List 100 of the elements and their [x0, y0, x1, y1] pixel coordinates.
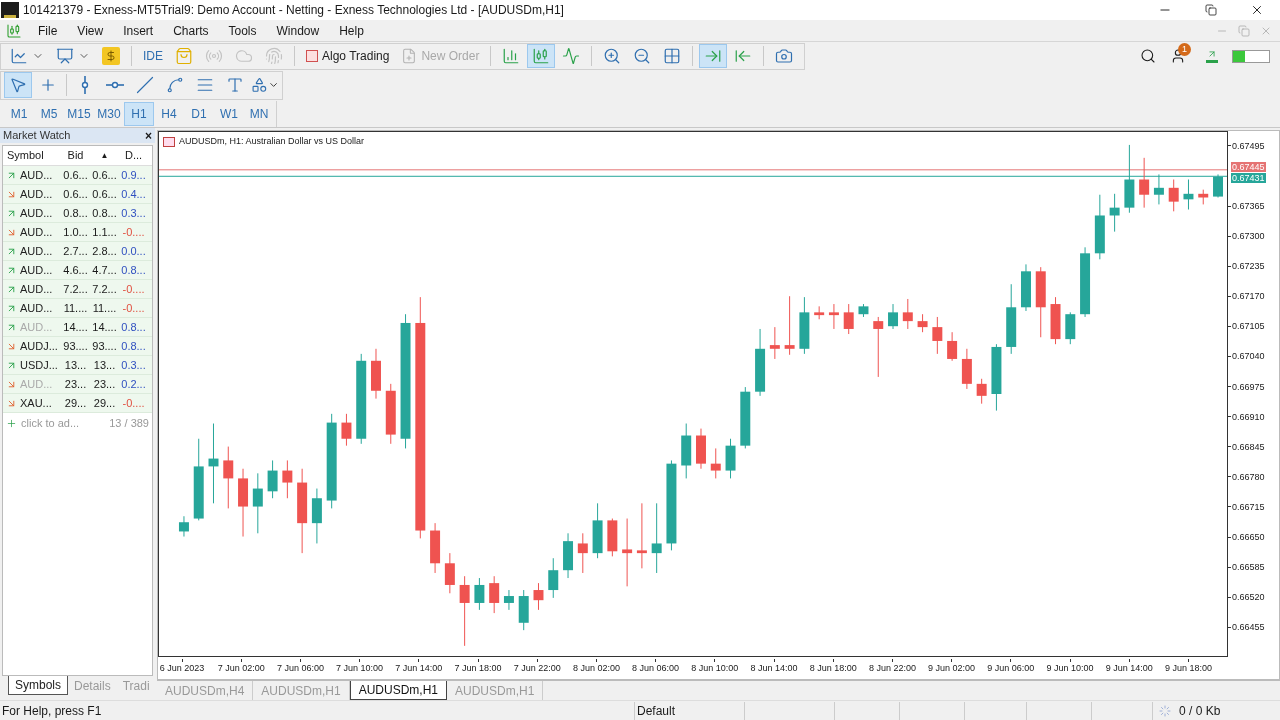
- symbol-name: AUD...: [20, 186, 53, 202]
- algo-trading-button[interactable]: Algo Trading: [301, 44, 395, 68]
- notification-badge: 1: [1178, 43, 1191, 56]
- candlestick: [503, 589, 514, 611]
- timeframe-button[interactable]: M15: [64, 101, 94, 126]
- menu-item[interactable]: View: [67, 20, 114, 41]
- symbol-row[interactable]: AUD... 1.0... 1.1... -0....: [3, 223, 152, 242]
- symbol-row[interactable]: AUD... 0.8... 0.8... 0.3...: [3, 204, 152, 223]
- timeframe-button[interactable]: M1: [4, 101, 34, 126]
- ask-price: 2.8...: [91, 243, 118, 259]
- candlestick: [651, 502, 662, 574]
- column-header[interactable]: D...: [119, 147, 148, 164]
- ask-price: 0.6...: [91, 186, 118, 202]
- candlestick-button[interactable]: [527, 44, 556, 68]
- shapes-icon: [251, 76, 268, 94]
- time-label: 7 Jun 22:00: [513, 662, 561, 675]
- timeframe-button[interactable]: D1: [184, 101, 214, 126]
- time-label: 6 Jun 2023: [159, 662, 205, 675]
- candlestick: [1109, 193, 1120, 233]
- ask-price: 29...: [92, 395, 117, 411]
- daily-change: 0.2...: [120, 376, 147, 392]
- symbol-count: 13 / 389: [109, 415, 149, 431]
- price-label: 0.66520: [1232, 591, 1265, 605]
- symbol-row[interactable]: AUD... 7.2... 7.2... -0....: [3, 280, 152, 299]
- symbol-name: AUD...: [20, 262, 53, 278]
- bid-price: 93....: [62, 338, 89, 354]
- panel-tab[interactable]: Symbols: [8, 676, 68, 695]
- menu-item[interactable]: Tools: [218, 20, 267, 41]
- menu-item[interactable]: Help: [329, 20, 374, 41]
- timeframe-button[interactable]: W1: [214, 101, 244, 126]
- bid-price-tag: 0.67431: [1231, 173, 1266, 183]
- column-header[interactable]: Symbol: [3, 147, 61, 164]
- channel-icon: [166, 76, 184, 94]
- candlestick: [489, 575, 500, 614]
- app-logo-icon: [1, 2, 19, 18]
- level-icon: [1206, 49, 1218, 63]
- symbol-row[interactable]: AUD... 11.... 11.... -0....: [3, 299, 152, 318]
- symbol-row[interactable]: AUD... 23... 23... 0.2...: [3, 375, 152, 394]
- daily-change: -0....: [121, 395, 146, 411]
- timeframe-button[interactable]: MN: [244, 101, 274, 126]
- bid-price: 4.6...: [62, 262, 89, 278]
- time-label: 8 Jun 14:00: [750, 662, 798, 675]
- cursor-icon: [9, 76, 27, 94]
- price-label: 0.67300: [1232, 230, 1265, 244]
- symbol-row[interactable]: AUD... 2.7... 2.8... 0.0...: [3, 242, 152, 261]
- timeframe-button[interactable]: M5: [34, 101, 64, 126]
- price-label: 0.66910: [1232, 410, 1265, 424]
- symbol-name: AUD...: [20, 224, 53, 240]
- loading-icon: [1159, 704, 1171, 717]
- price-label: 0.66650: [1232, 531, 1265, 545]
- candlestick: [976, 378, 987, 405]
- timeframe-button[interactable]: H1: [124, 101, 154, 126]
- menu-item[interactable]: File: [28, 20, 68, 41]
- timeframe-button[interactable]: H4: [154, 101, 184, 126]
- candlestick: [178, 515, 189, 538]
- ask-price: 0.8...: [91, 205, 118, 221]
- drawing-tool-button[interactable]: [4, 72, 32, 98]
- bid-price: 2.7...: [62, 243, 89, 259]
- menu-item[interactable]: Window: [266, 20, 330, 41]
- ask-price: 93....: [91, 338, 118, 354]
- candlestick: [932, 316, 943, 355]
- symbol-row[interactable]: AUDJ... 93.... 93.... 0.8...: [3, 337, 152, 356]
- time-label: 8 Jun 22:00: [868, 662, 916, 675]
- ide-button[interactable]: IDE: [138, 44, 168, 68]
- time-label: 7 Jun 14:00: [395, 662, 443, 675]
- price-label: 0.67235: [1232, 260, 1265, 274]
- time-label: 7 Jun 18:00: [454, 662, 502, 675]
- candlestick: [843, 303, 854, 335]
- column-header[interactable]: ▲: [90, 149, 119, 162]
- daily-change: 0.0...: [120, 243, 147, 259]
- price-label: 0.66715: [1232, 500, 1265, 514]
- symbol-name: AUD...: [20, 281, 53, 297]
- chart-tab[interactable]: AUDUSDm,H1: [349, 681, 448, 700]
- symbol-row[interactable]: AUD... 4.6... 4.7... 0.8...: [3, 261, 152, 280]
- restore-icon: [1205, 4, 1217, 16]
- symbol-name: USDJ...: [20, 357, 58, 373]
- menu-item[interactable]: Charts: [163, 20, 219, 41]
- symbol-name: AUD...: [20, 167, 53, 183]
- price-label: 0.67040: [1232, 350, 1265, 364]
- column-header[interactable]: Bid: [61, 147, 90, 164]
- panel-close-button[interactable]: ×: [145, 129, 152, 142]
- symbol-name: XAU...: [20, 395, 52, 411]
- chart-type-icon: [163, 136, 175, 147]
- symbol-row[interactable]: AUD... 0.6... 0.6... 0.4...: [3, 185, 152, 204]
- ask-price: 7.2...: [91, 281, 118, 297]
- traffic-text: 0 / 0 Kb: [1179, 702, 1221, 720]
- time-label: 7 Jun 02:00: [217, 662, 265, 675]
- ask-price: 1.1...: [91, 224, 118, 240]
- window-title: 101421379 - Exness-MT5Trial9: Demo Account - Netting - Exness Technologies Ltd - [AUDUSDm,H1]: [23, 2, 564, 19]
- close-icon: [1250, 3, 1264, 17]
- menu-item[interactable]: Insert: [113, 20, 164, 41]
- auto-scroll-button[interactable]: [699, 44, 728, 68]
- symbol-row[interactable]: AUD... 0.6... 0.6... 0.9...: [3, 166, 152, 185]
- bid-price: 0.6...: [62, 167, 89, 183]
- timeframe-button[interactable]: M30: [94, 101, 124, 126]
- symbol-row[interactable]: XAU... 29... 29... -0....: [3, 394, 152, 413]
- candlestick: [622, 518, 633, 587]
- symbol-row[interactable]: USDJ... 13... 13... 0.3...: [3, 356, 152, 375]
- candlestick: [947, 331, 958, 362]
- symbol-row[interactable]: AUD... 14.... 14.... 0.8...: [3, 318, 152, 337]
